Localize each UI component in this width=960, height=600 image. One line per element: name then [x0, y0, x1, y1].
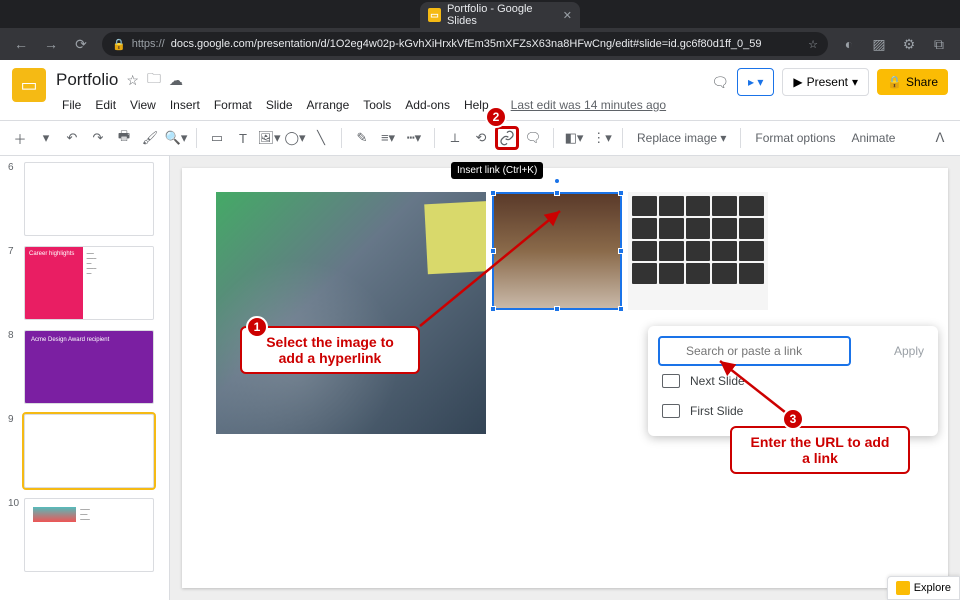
print-button[interactable]: 🖶: [112, 126, 136, 150]
thumb-num: 6: [8, 162, 18, 173]
ext-icon-1[interactable]: ◐: [840, 36, 858, 53]
image-tool[interactable]: 🖼▾: [257, 126, 281, 150]
menu-slide[interactable]: Slide: [260, 96, 299, 114]
ext-icon-4[interactable]: ⧉: [930, 36, 948, 53]
present-button[interactable]: ▶ Present ▾: [782, 68, 869, 96]
slide-image-tools[interactable]: [628, 192, 768, 310]
slide-thumb-10[interactable]: ━━━━━━━━━━━: [24, 498, 154, 572]
explore-icon: [896, 581, 910, 595]
browser-tab[interactable]: ▭ Portfolio - Google Slides ✕: [420, 2, 580, 28]
doc-title[interactable]: Portfolio: [56, 70, 118, 90]
browser-chrome: ▭ Portfolio - Google Slides ✕ ← → ⟳ 🔒 ht…: [0, 0, 960, 60]
share-button[interactable]: 🔒 Share: [877, 69, 948, 95]
doc-header: ▭ Portfolio ☆ 🗀 ☁ File Edit View Insert …: [0, 60, 960, 114]
menu-format[interactable]: Format: [208, 96, 258, 114]
border-weight-button[interactable]: ≡▾: [376, 126, 400, 150]
crop-button[interactable]: ⟂: [443, 126, 467, 150]
undo-button[interactable]: ↶: [60, 126, 84, 150]
mask-button[interactable]: ◧▾: [562, 126, 586, 150]
main-area: 6 7 Career highlights━━━━━━━━━━━━━━━ 8 A…: [0, 156, 960, 600]
redo-button[interactable]: ↷: [86, 126, 110, 150]
tab-title: Portfolio - Google Slides: [447, 3, 557, 27]
shape-tool[interactable]: ◯▾: [283, 126, 307, 150]
border-dash-button[interactable]: ┅▾: [402, 126, 426, 150]
callout-number-3: 3: [782, 408, 804, 430]
menu-arrange[interactable]: Arrange: [301, 96, 356, 114]
explore-button[interactable]: Explore: [887, 576, 960, 600]
slides-logo-icon[interactable]: ▭: [12, 68, 46, 102]
cloud-status-icon[interactable]: ☁: [169, 72, 183, 89]
border-color-button[interactable]: ✎: [350, 126, 374, 150]
share-label: Share: [906, 75, 938, 89]
lock-icon: 🔒: [887, 75, 902, 89]
slide-icon: [662, 374, 680, 388]
last-edit-text[interactable]: Last edit was 14 minutes ago: [505, 96, 672, 114]
select-tool[interactable]: ▭: [205, 126, 229, 150]
callout-number-1: 1: [246, 316, 268, 338]
chevron-down-icon[interactable]: ▾: [34, 126, 58, 150]
slide-thumbnail-panel: 6 7 Career highlights━━━━━━━━━━━━━━━ 8 A…: [0, 156, 170, 600]
explore-label: Explore: [914, 582, 951, 594]
menu-insert[interactable]: Insert: [164, 96, 206, 114]
menu-edit[interactable]: Edit: [89, 96, 122, 114]
address-bar-row: ← → ⟳ 🔒 https:// docs.google.com/presenta…: [0, 28, 960, 60]
url-bar[interactable]: 🔒 https:// docs.google.com/presentation/d…: [102, 32, 828, 56]
callout-number-2: 2: [485, 106, 507, 128]
line-tool[interactable]: ╲: [309, 126, 333, 150]
slide-canvas-area: Apply Next Slide First Slide 1 Select th…: [170, 156, 960, 600]
callout-box-3: Enter the URL to add a link: [730, 426, 910, 474]
format-options-button[interactable]: Format options: [749, 131, 841, 145]
insert-link-button[interactable]: [495, 126, 519, 150]
forward-icon[interactable]: →: [42, 36, 60, 52]
replace-image-button[interactable]: Replace image ▾: [631, 131, 732, 145]
thumb-num: 8: [8, 330, 18, 341]
reload-icon[interactable]: ⟳: [72, 36, 90, 53]
extension-icons: ◐ ▨ ⚙ ⧉: [840, 36, 948, 53]
star-icon[interactable]: ☆: [126, 72, 139, 89]
comment-button[interactable]: 🗨: [521, 126, 545, 150]
tab-strip: ▭ Portfolio - Google Slides ✕: [0, 0, 960, 28]
animate-button[interactable]: Animate: [845, 131, 901, 145]
present-label: Present: [807, 75, 848, 89]
toolbar: ＋▾ ↶ ↷ 🖶 🖌 🔍▾ ▭ T 🖼▾ ◯▾ ╲ ✎ ≡▾ ┅▾ ⟂ ⟲ 🗨 …: [0, 120, 960, 156]
url-text: docs.google.com/presentation/d/1O2eg4w02…: [171, 38, 762, 50]
slideshow-button[interactable]: ▸ ▾: [737, 68, 774, 96]
menu-tools[interactable]: Tools: [357, 96, 397, 114]
menu-addons[interactable]: Add-ons: [399, 96, 456, 114]
tooltip-insert-link: Insert link (Ctrl+K): [451, 162, 543, 179]
present-icon: ▶: [793, 75, 802, 89]
comments-icon[interactable]: 🗨: [711, 74, 729, 91]
lock-icon: 🔒: [112, 38, 126, 51]
apply-link-button[interactable]: Apply: [890, 340, 928, 362]
slide-icon: [662, 404, 680, 418]
slides-favicon-icon: ▭: [428, 8, 441, 22]
move-icon[interactable]: 🗀: [147, 68, 161, 92]
chevron-down-icon: ▾: [852, 75, 858, 89]
ext-icon-2[interactable]: ▨: [870, 36, 888, 53]
close-tab-icon[interactable]: ✕: [563, 9, 572, 22]
hide-menus-icon[interactable]: ᐱ: [928, 126, 952, 150]
thumb-num: 9: [8, 414, 18, 425]
thumb-num: 10: [8, 498, 18, 509]
arrow-1: [410, 201, 570, 331]
back-icon[interactable]: ←: [12, 36, 30, 52]
reset-image-button[interactable]: ⟲: [469, 126, 493, 150]
ext-icon-3[interactable]: ⚙: [900, 36, 918, 53]
callout-box-1: Select the image to add a hyperlink: [240, 326, 420, 374]
bookmark-icon[interactable]: ☆: [808, 38, 818, 51]
slide-thumb-6[interactable]: [24, 162, 154, 236]
textbox-tool[interactable]: T: [231, 126, 255, 150]
menu-bar: File Edit View Insert Format Slide Arran…: [56, 96, 672, 114]
slide-thumb-7[interactable]: Career highlights━━━━━━━━━━━━━━━: [24, 246, 154, 320]
thumb-num: 7: [8, 246, 18, 257]
menu-view[interactable]: View: [124, 96, 162, 114]
new-slide-button[interactable]: ＋: [8, 126, 32, 150]
zoom-button[interactable]: 🔍▾: [164, 126, 188, 150]
menu-file[interactable]: File: [56, 96, 87, 114]
slide-thumb-9[interactable]: [24, 414, 154, 488]
more-button[interactable]: ⋮▾: [590, 126, 614, 150]
url-prefix: https://: [132, 38, 165, 50]
slide-thumb-8[interactable]: Acme Design Award recipient: [24, 330, 154, 404]
paint-format-button[interactable]: 🖌: [138, 126, 162, 150]
